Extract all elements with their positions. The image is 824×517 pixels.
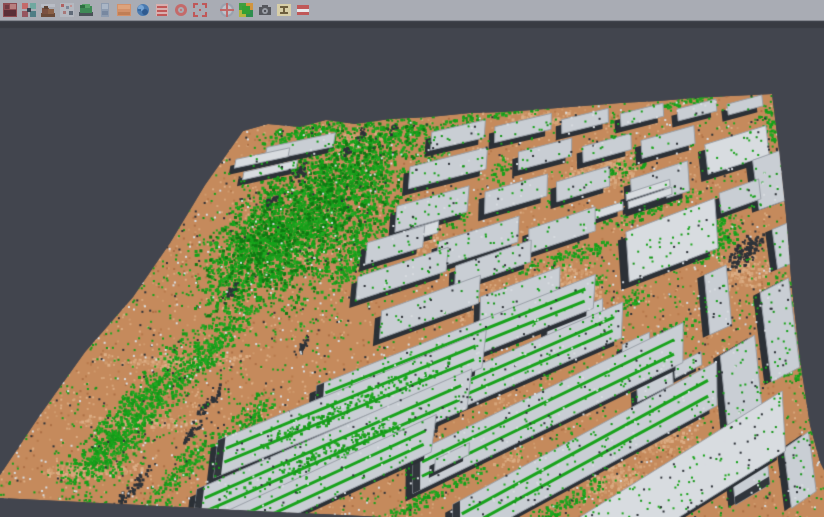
select-area-icon[interactable] xyxy=(192,2,208,18)
classification-icon[interactable] xyxy=(238,2,254,18)
terrain-icon[interactable] xyxy=(40,2,56,18)
profile-icon[interactable] xyxy=(97,2,113,18)
main-toolbar xyxy=(0,0,824,21)
toolbar-separator xyxy=(211,2,216,18)
ground-class-icon[interactable] xyxy=(116,2,132,18)
surface-icon[interactable] xyxy=(78,2,94,18)
ring-icon[interactable] xyxy=(173,2,189,18)
sphere-check-icon[interactable] xyxy=(219,2,235,18)
points-icon[interactable] xyxy=(59,2,75,18)
point-cloud-viewport[interactable] xyxy=(0,0,824,517)
measure-icon[interactable] xyxy=(276,2,292,18)
app-window: { "toolbar": { "background": "#a9acb4", … xyxy=(0,0,824,517)
clip-icon[interactable] xyxy=(2,2,18,18)
camera-icon[interactable] xyxy=(257,2,273,18)
layers-icon[interactable] xyxy=(154,2,170,18)
segment-icon[interactable] xyxy=(21,2,37,18)
flag-icon[interactable] xyxy=(295,2,311,18)
globe-icon[interactable] xyxy=(135,2,151,18)
